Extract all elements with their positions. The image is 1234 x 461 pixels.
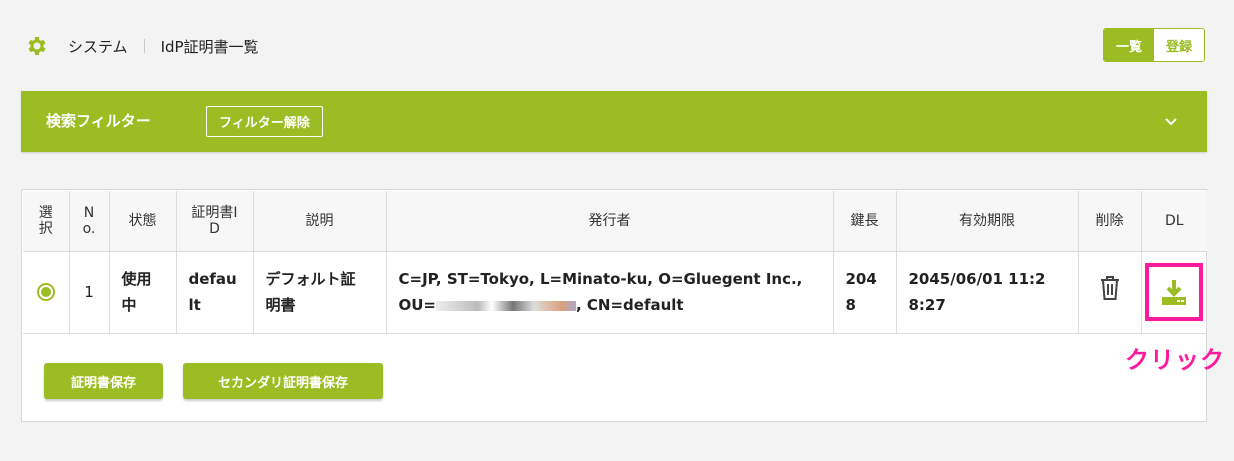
select-radio[interactable] bbox=[36, 283, 55, 301]
select-cell bbox=[23, 251, 70, 333]
table-row: 1 使用 中 defau lt デフォルト証 明書 C=JP, ST=Tokyo… bbox=[23, 251, 1207, 333]
row-number: 1 bbox=[69, 251, 110, 333]
search-filter-bar: 検索フィルター フィルター解除 bbox=[21, 91, 1207, 152]
table-header-row: 選 択 N o. 状態 証明書I D 説明 発行者 鍵長 有効期限 削除 DL bbox=[23, 191, 1207, 251]
cert-id-cell: defau lt bbox=[176, 251, 254, 333]
description-cell: デフォルト証 明書 bbox=[253, 251, 387, 333]
issuer-line-2: OU= , CN=default bbox=[399, 292, 821, 318]
redacted-text bbox=[436, 300, 576, 311]
filter-title: 検索フィルター bbox=[46, 112, 151, 130]
issuer-cell: C=JP, ST=Tokyo, L=Minato-ku, O=Gluegent … bbox=[386, 251, 834, 333]
view-mode-switch: 一覧 登録 bbox=[1103, 28, 1205, 62]
register-button[interactable]: 登録 bbox=[1154, 29, 1204, 61]
page-title: IdP証明書一覧 bbox=[160, 37, 259, 56]
radio-checked-indicator bbox=[40, 287, 51, 297]
column-header-key-length: 鍵長 bbox=[833, 191, 897, 251]
download-cell bbox=[1141, 251, 1207, 333]
breadcrumb-system[interactable]: システム bbox=[68, 36, 128, 57]
download-icon bbox=[1162, 280, 1187, 305]
trash-icon[interactable] bbox=[1098, 275, 1122, 301]
column-header-download: DL bbox=[1141, 191, 1207, 251]
column-header-no: N o. bbox=[69, 191, 110, 251]
download-button[interactable] bbox=[1145, 263, 1204, 321]
column-header-issuer: 発行者 bbox=[386, 191, 834, 251]
column-header-status: 状態 bbox=[109, 191, 177, 251]
issuer-cn: , CN=default bbox=[576, 296, 684, 314]
save-secondary-certificate-button[interactable]: セカンダリ証明書保存 bbox=[183, 363, 383, 399]
list-view-button[interactable]: 一覧 bbox=[1104, 29, 1154, 61]
delete-cell bbox=[1078, 251, 1142, 333]
clear-filter-button[interactable]: フィルター解除 bbox=[206, 106, 323, 137]
certificate-table: 選 択 N o. 状態 証明書I D 説明 発行者 鍵長 有効期限 削除 DL … bbox=[23, 191, 1207, 334]
key-length-cell: 204 8 bbox=[833, 251, 897, 333]
gear-icon bbox=[28, 37, 46, 55]
column-header-select: 選 択 bbox=[23, 191, 70, 251]
save-certificate-button[interactable]: 証明書保存 bbox=[44, 363, 163, 399]
certificate-list-panel: 選 択 N o. 状態 証明書I D 説明 発行者 鍵長 有効期限 削除 DL … bbox=[21, 189, 1207, 422]
issuer-ou-prefix: OU= bbox=[398, 296, 437, 314]
column-header-delete: 削除 bbox=[1078, 191, 1142, 251]
issuer-line-1: C=JP, ST=Tokyo, L=Minato-ku, O=Gluegent … bbox=[398, 270, 803, 288]
chevron-down-icon[interactable] bbox=[1163, 113, 1179, 129]
breadcrumb-separator bbox=[143, 39, 145, 53]
expiry-cell: 2045/06/01 11:2 8:27 bbox=[896, 251, 1079, 333]
column-header-expiry: 有効期限 bbox=[896, 191, 1079, 251]
click-annotation: クリック bbox=[1125, 346, 1225, 374]
status-cell: 使用 中 bbox=[109, 251, 177, 333]
column-header-description: 説明 bbox=[253, 191, 387, 251]
breadcrumb: システム IdP証明書一覧 bbox=[24, 32, 259, 60]
column-header-cert-id: 証明書I D bbox=[176, 191, 254, 251]
